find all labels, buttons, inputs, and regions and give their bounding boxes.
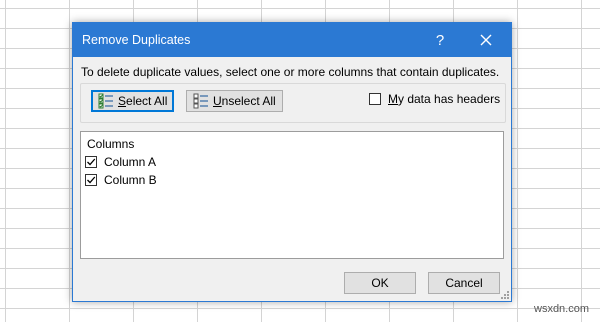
columns-list: Columns Column A Column B <box>80 131 504 259</box>
unselect-all-label: Unselect All <box>213 94 276 108</box>
watermark-text: wsxdn.com <box>534 303 590 315</box>
select-all-button[interactable]: Select All <box>91 90 175 112</box>
remove-duplicates-dialog: Remove Duplicates ? To delete duplicate … <box>72 22 512 302</box>
help-icon: ? <box>435 31 445 49</box>
headers-checkbox-label: My data has headers <box>388 92 501 106</box>
headers-checkbox-box[interactable] <box>369 93 381 105</box>
column-b-checkbox[interactable] <box>85 174 97 186</box>
resize-grip-icon[interactable] <box>499 289 509 299</box>
select-all-label: Select All <box>118 94 168 108</box>
column-a-item[interactable]: Column A <box>85 155 156 169</box>
unselect-all-icon <box>193 93 208 109</box>
dialog-titlebar[interactable]: Remove Duplicates ? <box>73 23 511 57</box>
cancel-button[interactable]: Cancel <box>428 272 500 294</box>
column-a-checkbox[interactable] <box>85 156 97 168</box>
close-button[interactable] <box>469 23 503 57</box>
checkmark-icon <box>87 158 96 166</box>
select-all-icon <box>98 93 113 109</box>
help-button[interactable]: ? <box>423 23 457 57</box>
my-data-has-headers-checkbox[interactable]: My data has headers <box>369 92 500 106</box>
dialog-title: Remove Duplicates <box>82 33 191 47</box>
column-b-item[interactable]: Column B <box>85 173 157 187</box>
unselect-all-button[interactable]: Unselect All <box>186 90 283 112</box>
column-b-label: Column B <box>104 173 157 187</box>
checkmark-icon <box>87 176 96 184</box>
column-a-label: Column A <box>104 155 157 169</box>
instruction-text: To delete duplicate values, select one o… <box>81 65 500 79</box>
selection-toolbar: Select All Unselect All My data has head… <box>80 83 506 123</box>
columns-title: Columns <box>87 137 135 151</box>
ok-button[interactable]: OK <box>344 272 416 294</box>
close-icon <box>480 34 492 46</box>
